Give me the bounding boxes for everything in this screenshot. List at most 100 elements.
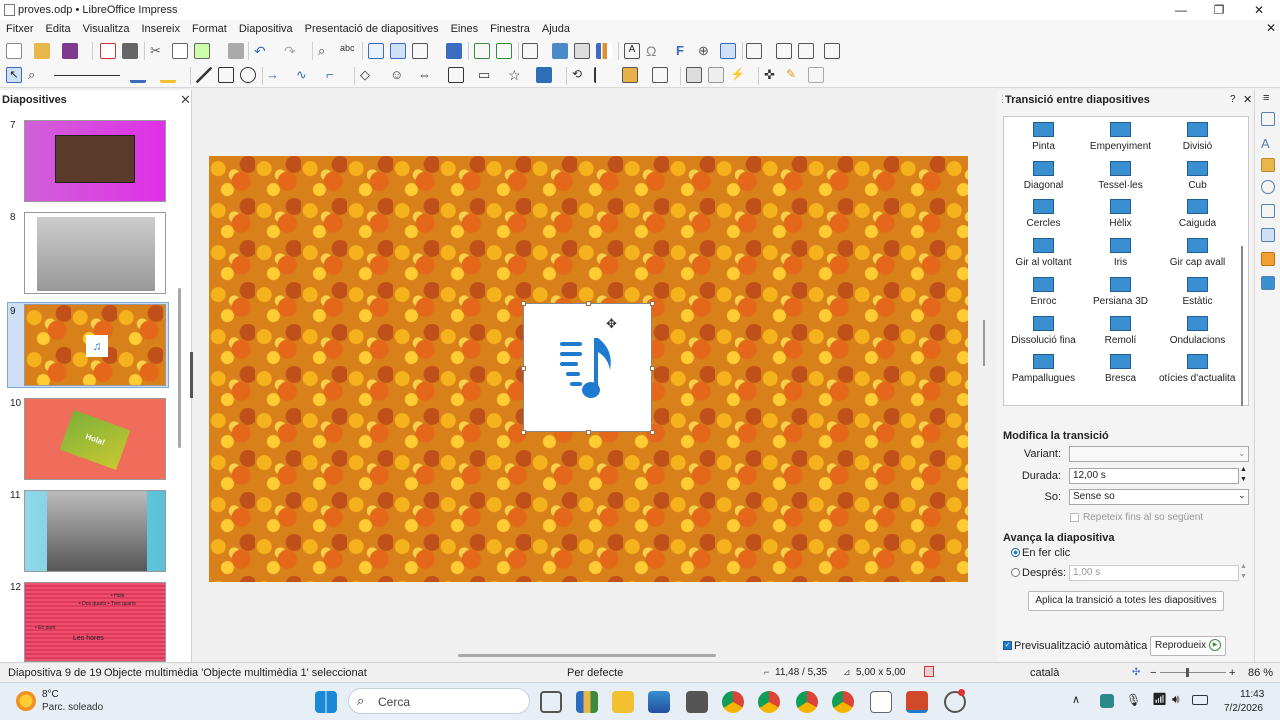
- gallery-icon[interactable]: [1261, 158, 1275, 172]
- filter-icon[interactable]: ⚡: [730, 67, 746, 83]
- hyperlink-icon[interactable]: ⊕: [698, 43, 714, 59]
- ellipse-icon[interactable]: [240, 67, 256, 83]
- weather-sun-icon[interactable]: [16, 691, 36, 711]
- duplicate-slide-icon[interactable]: [776, 43, 792, 59]
- document-modified-icon[interactable]: [924, 666, 934, 677]
- block-arrows-icon[interactable]: ⇔: [418, 67, 434, 83]
- clock-date[interactable]: 7/2/2026: [1224, 703, 1263, 714]
- taskbar-search-box[interactable]: ⌕ Cerca: [348, 688, 530, 714]
- remote-app-icon[interactable]: [686, 691, 708, 713]
- transition-option[interactable]: Gir al voltant: [1005, 234, 1082, 272]
- curve-icon[interactable]: ∿: [296, 67, 312, 83]
- symbol-shapes-icon[interactable]: ☺: [390, 67, 406, 83]
- menu-window[interactable]: Finestra: [484, 23, 536, 35]
- variant-select[interactable]: [1069, 446, 1249, 462]
- clock-time[interactable]: 11:43: [1240, 689, 1264, 700]
- after-radio[interactable]: [1011, 568, 1020, 577]
- file-explorer-icon[interactable]: [612, 691, 634, 713]
- document-app-icon[interactable]: [870, 691, 892, 713]
- close-window-button[interactable]: ✕: [1244, 2, 1274, 18]
- new-slide-icon[interactable]: [746, 43, 762, 59]
- menu-slideshow[interactable]: Presentació de diapositives: [299, 23, 445, 35]
- insert-image-icon[interactable]: [552, 43, 568, 59]
- slide-transition-icon[interactable]: [1261, 228, 1275, 242]
- align-icon[interactable]: [594, 67, 610, 83]
- find-replace-icon[interactable]: ⌕: [318, 43, 334, 59]
- microsoft-store-icon[interactable]: [648, 691, 670, 713]
- animation-icon[interactable]: [1261, 252, 1275, 266]
- zoom-pan-icon[interactable]: ⌕: [28, 67, 44, 83]
- minimize-button[interactable]: —: [1166, 2, 1196, 18]
- slide-thumbnail-9[interactable]: ♫: [24, 304, 166, 386]
- after-spinner[interactable]: 1,00 s: [1069, 565, 1239, 581]
- chrome-profile-2-icon[interactable]: [796, 691, 818, 713]
- after-down-icon[interactable]: ▼: [1240, 573, 1247, 580]
- slide-thumbnail-11[interactable]: [24, 490, 166, 572]
- transition-option[interactable]: Gir cap avall: [1159, 234, 1236, 272]
- export-pdf-icon[interactable]: [100, 43, 116, 59]
- sound-select[interactable]: Sense so: [1069, 489, 1249, 505]
- duration-down-icon[interactable]: ▼: [1240, 476, 1247, 483]
- language-status[interactable]: català: [1030, 667, 1059, 679]
- paste-icon[interactable]: [194, 43, 210, 59]
- transition-option[interactable]: Hèlix: [1082, 195, 1159, 233]
- slides-panel-scrollbar[interactable]: [178, 288, 181, 448]
- show-draw-functions-icon[interactable]: [720, 43, 736, 59]
- transition-option[interactable]: Pampallugues: [1005, 350, 1082, 388]
- shapes-icon[interactable]: [1261, 204, 1275, 218]
- styles-icon[interactable]: A: [1261, 136, 1275, 151]
- menu-insert[interactable]: Insereix: [135, 23, 186, 35]
- arrow-line-icon[interactable]: →: [266, 67, 282, 83]
- vertical-scrollbar[interactable]: [983, 320, 985, 366]
- sidebar-menu-icon[interactable]: ≡: [1263, 92, 1269, 104]
- 3d-objects-icon[interactable]: [536, 67, 552, 83]
- distribute-icon[interactable]: [652, 67, 668, 83]
- slide-layout-icon[interactable]: [824, 43, 840, 59]
- display-grid-icon[interactable]: [368, 43, 384, 59]
- connector-icon[interactable]: ⌐: [326, 67, 342, 83]
- select-arrow-icon[interactable]: ↖: [6, 67, 22, 83]
- transition-option[interactable]: Diagonal: [1005, 157, 1082, 195]
- transition-option[interactable]: Caiguda: [1159, 195, 1236, 233]
- line-style-icon[interactable]: [54, 75, 120, 76]
- slides-panel-close-icon[interactable]: ✕: [180, 92, 191, 108]
- sidebar-help-icon[interactable]: ?: [1230, 94, 1236, 105]
- insert-line-icon[interactable]: [196, 67, 212, 83]
- save-icon[interactable]: [62, 43, 78, 59]
- play-button[interactable]: Reprodueix ▶: [1150, 636, 1226, 656]
- start-first-slide-icon[interactable]: [474, 43, 490, 59]
- new-document-icon[interactable]: [6, 43, 22, 59]
- close-document-icon[interactable]: ✕: [1266, 21, 1276, 35]
- special-character-icon[interactable]: Ω: [646, 43, 662, 59]
- weather-temperature[interactable]: 8°C: [42, 689, 59, 700]
- rotate-icon[interactable]: ⟲: [572, 67, 588, 83]
- callout-icon[interactable]: ▭: [478, 67, 494, 83]
- navigator-icon[interactable]: [1261, 180, 1275, 194]
- sound-chevron-icon[interactable]: ⌄: [1238, 490, 1246, 501]
- undo-icon[interactable]: ↶: [254, 43, 270, 59]
- redo-icon[interactable]: ↷: [284, 43, 300, 59]
- insert-textbox-icon[interactable]: A: [624, 43, 640, 59]
- line-color-icon[interactable]: [130, 67, 146, 83]
- zoom-slider-thumb[interactable]: [1186, 668, 1189, 677]
- battery-icon[interactable]: [1192, 695, 1208, 705]
- transition-option[interactable]: Dissolució fina: [1005, 312, 1082, 350]
- repeat-sound-checkbox[interactable]: [1070, 513, 1079, 522]
- transition-option[interactable]: Iris: [1082, 234, 1159, 272]
- security-tray-icon[interactable]: [1100, 694, 1114, 708]
- insert-media-icon[interactable]: [574, 43, 590, 59]
- wifi-icon[interactable]: 📶︎: [1152, 692, 1167, 706]
- variant-chevron-icon[interactable]: ⌄: [1238, 448, 1246, 459]
- glue-points-icon[interactable]: ✎: [786, 67, 802, 83]
- zoom-percentage[interactable]: 86 %: [1248, 667, 1273, 679]
- fit-slide-icon[interactable]: ✣: [1132, 667, 1140, 678]
- fill-color-icon[interactable]: [160, 67, 176, 83]
- clone-format-icon[interactable]: [228, 43, 244, 59]
- slide-thumbnail-10[interactable]: Hola!: [24, 398, 166, 480]
- insert-table-icon[interactable]: [522, 43, 538, 59]
- open-folder-icon[interactable]: [34, 43, 50, 59]
- zoom-in-icon[interactable]: +: [1229, 667, 1235, 679]
- start-current-slide-icon[interactable]: [496, 43, 512, 59]
- start-windows-icon[interactable]: [315, 691, 337, 713]
- menu-slide[interactable]: Diapositiva: [233, 23, 299, 35]
